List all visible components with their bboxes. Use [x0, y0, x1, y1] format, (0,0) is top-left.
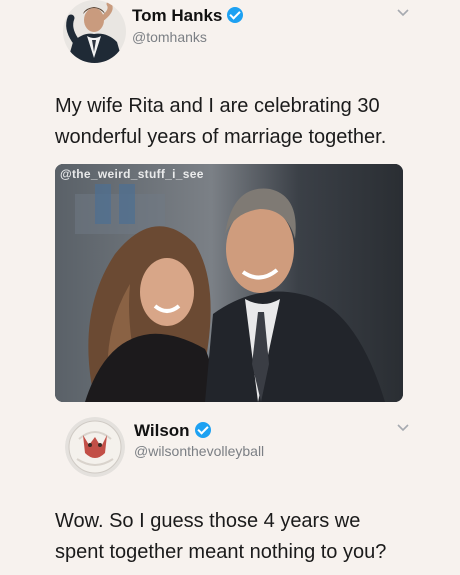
tweet-photo[interactable]: @the_weird_stuff_i_see	[55, 164, 403, 402]
tweet-wilson: Wilson @wilsonthevolleyball Wow. So I gu…	[0, 410, 460, 575]
author-name[interactable]: Tom Hanks	[132, 6, 244, 26]
tweet-text: My wife Rita and I are celebrating 30 wo…	[55, 91, 386, 153]
chevron-down-icon[interactable]	[396, 8, 410, 18]
reply-text-line-2: spent together meant nothing to you?	[55, 541, 387, 563]
couple-photo-image	[55, 164, 403, 402]
tweet-text-line-2: wonderful years of marriage together.	[55, 126, 387, 148]
verified-badge-icon	[194, 422, 211, 438]
reply-author-handle[interactable]: @wilsonthevolleyball	[134, 443, 264, 459]
tweet-tomhanks: Tom Hanks @tomhanks My wife Rita and I a…	[0, 0, 460, 410]
reply-text: Wow. So I guess those 4 years we spent t…	[55, 506, 386, 568]
avatar-wilson[interactable]	[65, 417, 125, 477]
chevron-down-icon[interactable]	[396, 423, 410, 433]
reply-author-name[interactable]: Wilson	[134, 421, 211, 441]
author-handle[interactable]: @tomhanks	[132, 29, 207, 45]
avatar-tomhanks[interactable]	[63, 0, 126, 63]
verified-badge-icon	[227, 7, 244, 23]
photo-watermark: @the_weird_stuff_i_see	[60, 167, 204, 181]
reply-author-name-text[interactable]: Wilson	[134, 421, 190, 440]
tweet-text-line-1: My wife Rita and I are celebrating 30	[55, 95, 380, 117]
author-name-text[interactable]: Tom Hanks	[132, 6, 222, 25]
reply-text-line-1: Wow. So I guess those 4 years we	[55, 510, 361, 532]
